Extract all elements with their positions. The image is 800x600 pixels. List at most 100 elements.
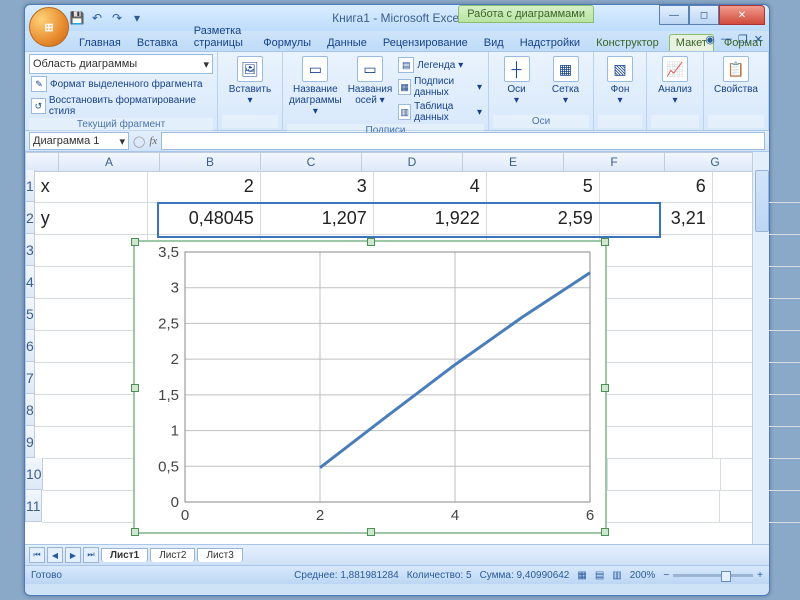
row-header-9[interactable]: 9: [25, 426, 35, 458]
zoom-slider-thumb[interactable]: [721, 571, 731, 582]
resize-handle[interactable]: [131, 528, 139, 536]
select-all-corner[interactable]: [25, 152, 59, 172]
tab-data[interactable]: Данные: [321, 35, 373, 51]
office-button[interactable]: ⊞: [29, 7, 69, 47]
resize-handle[interactable]: [601, 238, 609, 246]
view-pagebreak-icon[interactable]: ▥: [612, 570, 621, 581]
minimize-button[interactable]: —: [659, 5, 689, 25]
col-header-D[interactable]: D: [362, 152, 463, 172]
row-header-5[interactable]: 5: [25, 298, 35, 330]
cell-B1[interactable]: 2: [148, 170, 261, 203]
cell-E2[interactable]: 2,59: [487, 202, 600, 235]
fx-icon[interactable]: fx: [149, 135, 157, 147]
col-header-A[interactable]: A: [59, 152, 160, 172]
row-header-2[interactable]: 2: [25, 202, 35, 234]
cell-D1[interactable]: 4: [374, 170, 487, 203]
status-sum: Сумма: 9,40990642: [480, 570, 570, 581]
cell-C2[interactable]: 1,207: [261, 202, 374, 235]
close-button[interactable]: ✕: [719, 5, 765, 25]
gridlines-icon: ▦: [553, 56, 579, 82]
row-header-8[interactable]: 8: [25, 394, 35, 426]
workbook-close-icon[interactable]: ✕: [754, 33, 763, 46]
vertical-scrollbar[interactable]: [752, 152, 769, 544]
col-header-C[interactable]: C: [261, 152, 362, 172]
resize-handle[interactable]: [367, 238, 375, 246]
cancel-formula-icon[interactable]: ◯: [133, 135, 145, 148]
sheet-nav-next[interactable]: ▶: [65, 547, 81, 563]
svg-text:2: 2: [171, 351, 179, 368]
workbook-restore-icon[interactable]: ❐: [738, 33, 748, 46]
tab-insert[interactable]: Вставка: [131, 35, 184, 51]
tab-view[interactable]: Вид: [478, 35, 510, 51]
view-pagelayout-icon[interactable]: ▤: [595, 570, 604, 581]
background-button[interactable]: ▧Фон▾: [598, 54, 642, 108]
cell-C1[interactable]: 3: [261, 170, 374, 203]
name-box[interactable]: Диаграмма 1 ▾: [29, 132, 129, 150]
zoom-slider[interactable]: [673, 574, 753, 577]
col-header-E[interactable]: E: [463, 152, 564, 172]
sheet-nav-last[interactable]: ⏭: [83, 547, 99, 563]
ribbon: Область диаграммы ▾ ✎ Формат выделенного…: [25, 51, 769, 131]
zoom-level[interactable]: 200%: [630, 570, 656, 581]
axes-button[interactable]: ┼ Оси▾: [493, 54, 540, 108]
ribbon-minimize-icon[interactable]: —: [721, 33, 732, 46]
maximize-button[interactable]: ◻: [689, 5, 719, 25]
gridlines-button[interactable]: ▦ Сетка▾: [542, 54, 589, 108]
row-header-7[interactable]: 7: [25, 362, 35, 394]
format-selection-button[interactable]: ✎ Формат выделенного фрагмента: [29, 75, 205, 93]
legend-button[interactable]: ▤Легенда ▾: [396, 56, 484, 74]
sheet-tab-1[interactable]: Лист1: [101, 548, 148, 562]
cell-F1[interactable]: 6: [600, 170, 713, 203]
row-header-4[interactable]: 4: [25, 266, 35, 298]
sheet-nav-prev[interactable]: ◀: [47, 547, 63, 563]
cell-A1[interactable]: x: [35, 170, 148, 203]
data-labels-button[interactable]: ▦Подписи данных ▾: [396, 75, 484, 99]
worksheet[interactable]: A B C D E F G 1 x 2 3 4 5 6 2 y 0,48045: [25, 152, 769, 544]
row-header-11[interactable]: 11: [25, 490, 42, 522]
col-header-B[interactable]: B: [160, 152, 261, 172]
tab-formulas[interactable]: Формулы: [257, 35, 317, 51]
formula-input[interactable]: [161, 132, 765, 150]
chart-element-selector[interactable]: Область диаграммы ▾: [29, 54, 213, 74]
row-header-10[interactable]: 10: [25, 458, 43, 490]
resize-handle[interactable]: [131, 238, 139, 246]
reset-style-button[interactable]: ↺ Восстановить форматирование стиля: [29, 94, 213, 118]
row-header-1[interactable]: 1: [25, 170, 35, 202]
name-box-value: Диаграмма 1: [33, 135, 99, 147]
cell-E1[interactable]: 5: [487, 170, 600, 203]
svg-text:0: 0: [171, 494, 179, 511]
analysis-button[interactable]: 📈Анализ▾: [651, 54, 699, 108]
col-header-G[interactable]: G: [665, 152, 766, 172]
sheet-tab-2[interactable]: Лист2: [150, 548, 195, 562]
cell-D2[interactable]: 1,922: [374, 202, 487, 235]
data-table-button[interactable]: ▥Таблица данных ▾: [396, 100, 484, 124]
scrollbar-thumb[interactable]: [755, 170, 769, 232]
properties-button[interactable]: 📋Свойства: [708, 54, 764, 97]
resize-handle[interactable]: [367, 528, 375, 536]
insert-button[interactable]: 🖼 Вставить▾: [222, 54, 278, 108]
zoom-out-icon[interactable]: −: [663, 570, 669, 581]
sheet-nav-first[interactable]: ⏮: [29, 547, 45, 563]
chart-title-button[interactable]: ▭ Название диаграммы ▾: [287, 54, 344, 119]
cell-F2[interactable]: 3,21: [600, 202, 713, 235]
row-header-3[interactable]: 3: [25, 234, 35, 266]
tab-pagelayout[interactable]: Разметка страницы: [188, 23, 253, 51]
resize-handle[interactable]: [131, 384, 139, 392]
tab-design[interactable]: Конструктор: [590, 35, 665, 51]
axis-titles-button[interactable]: ▭ Названия осей ▾: [346, 54, 395, 108]
sheet-tab-3[interactable]: Лист3: [197, 548, 242, 562]
resize-handle[interactable]: [601, 528, 609, 536]
tab-addins[interactable]: Надстройки: [514, 35, 586, 51]
col-header-F[interactable]: F: [564, 152, 665, 172]
row-header-6[interactable]: 6: [25, 330, 35, 362]
cell-B2[interactable]: 0,48045: [148, 202, 261, 235]
cell-A2[interactable]: y: [35, 202, 148, 235]
embedded-chart[interactable]: 00,511,522,533,50246: [133, 240, 607, 534]
tab-review[interactable]: Рецензирование: [377, 35, 474, 51]
resize-handle[interactable]: [601, 384, 609, 392]
zoom-in-icon[interactable]: +: [757, 570, 763, 581]
view-normal-icon[interactable]: ▦: [577, 570, 586, 581]
data-labels-icon: ▦: [398, 79, 411, 95]
help-icon[interactable]: ◉: [705, 33, 715, 46]
tab-home[interactable]: Главная: [73, 35, 127, 51]
